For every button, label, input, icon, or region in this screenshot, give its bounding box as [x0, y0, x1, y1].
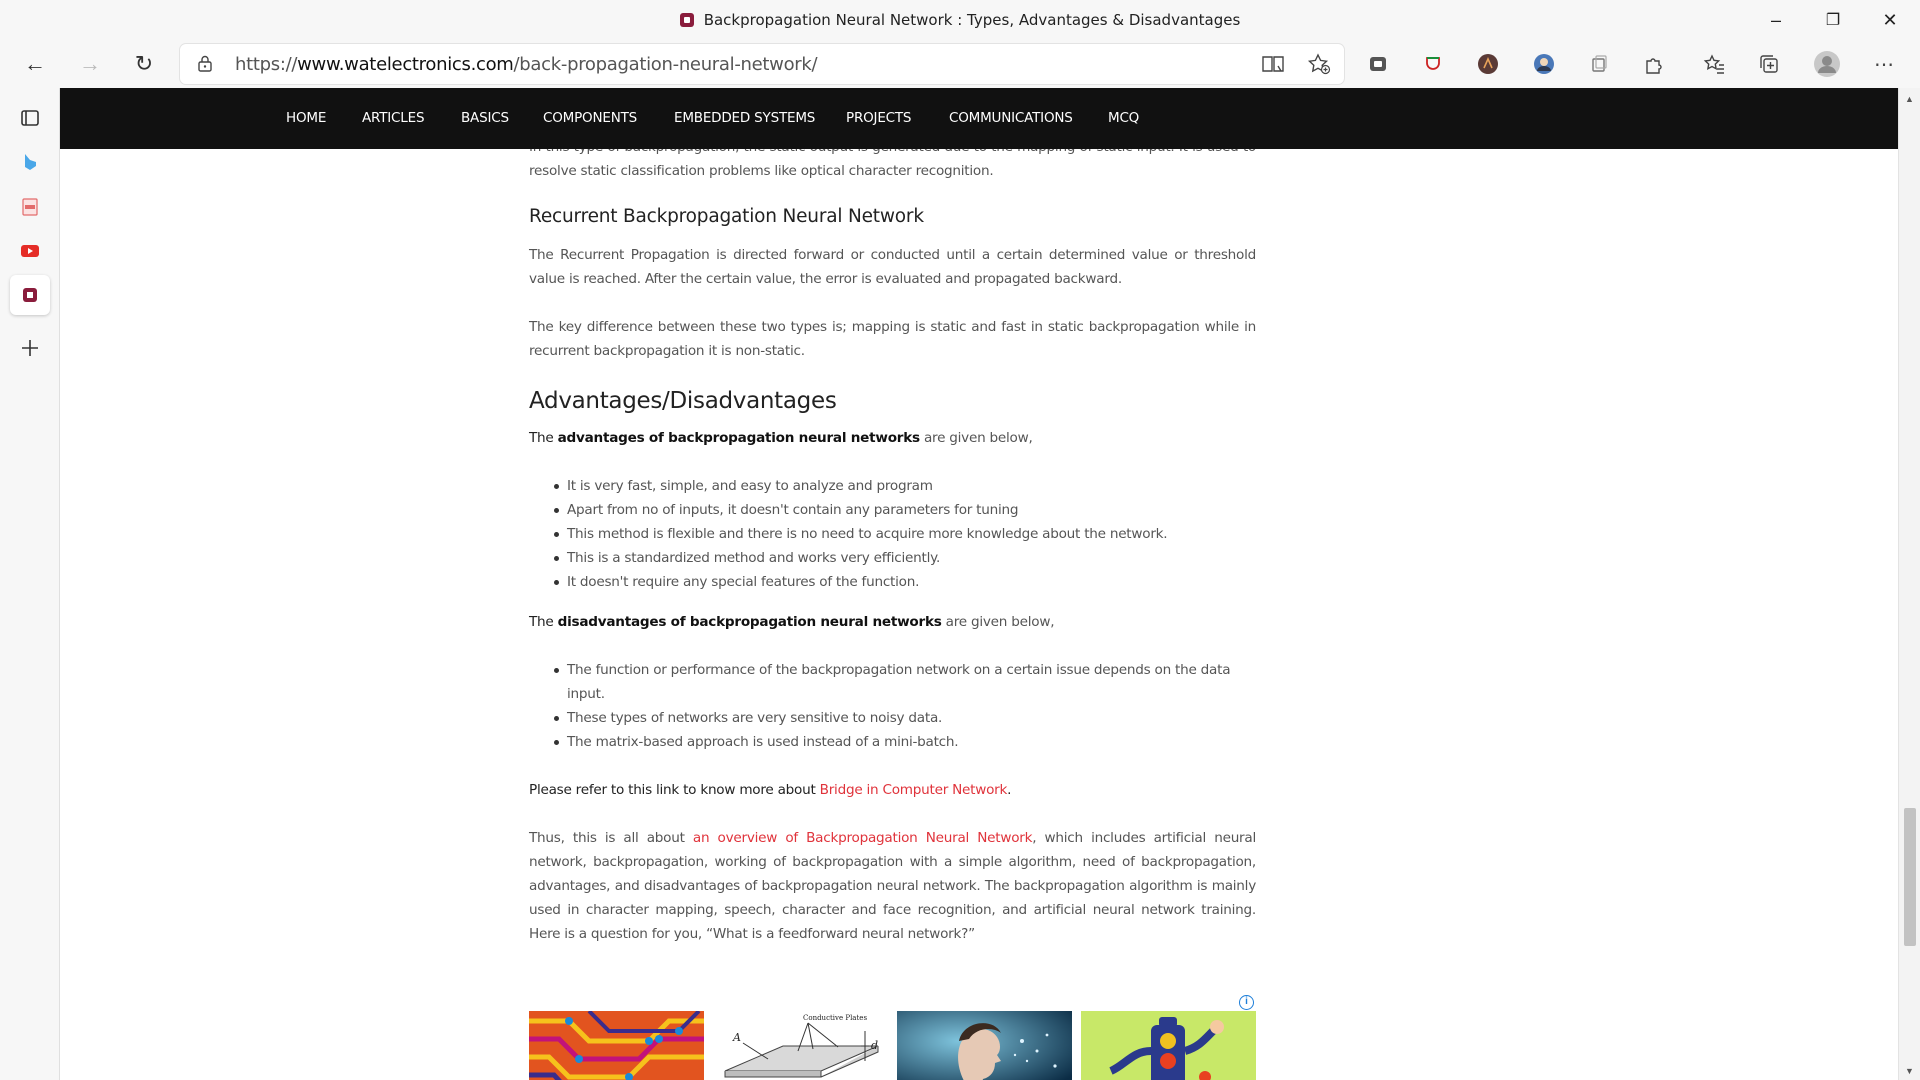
url-path: /back-propagation-neural-network/ — [513, 54, 818, 75]
pdf-tab-icon[interactable] — [10, 187, 50, 227]
ad-info-icon[interactable]: i — [1239, 995, 1254, 1010]
refer-paragraph: Please refer to this link to know more a… — [529, 778, 1256, 802]
disadvantages-intro-post: are given below, — [941, 614, 1055, 630]
site-favicon-icon — [679, 13, 694, 27]
heading-advantages-disadvantages: Advantages/Disadvantages — [529, 388, 837, 414]
advantages-list: It is very fast, simple, and easy to ana… — [529, 474, 1256, 594]
conclusion-post: , which includes artificial neural netwo… — [529, 830, 1257, 942]
ad-circuit-image[interactable] — [529, 1011, 704, 1080]
extension-copilot-icon[interactable] — [1366, 52, 1390, 76]
scroll-thumb[interactable] — [1904, 808, 1916, 946]
list-item: This is a standardized method and works … — [554, 546, 1256, 570]
static-type-paragraph: In this type of backpropagation, the sta… — [529, 149, 1256, 179]
title-bar: Backpropagation Neural Network : Types, … — [0, 0, 1920, 40]
page-content: In this type of backpropagation, the sta… — [60, 149, 1898, 1080]
refresh-button[interactable]: ↻ — [126, 48, 162, 80]
vertical-tabs-sidebar — [0, 88, 60, 1080]
advantages-intro-bold: advantages of backpropagation neural net… — [557, 430, 921, 446]
immersive-reader-icon[interactable] — [1260, 52, 1286, 76]
ad-ai-face-image[interactable] — [897, 1011, 1072, 1080]
bing-tab-icon[interactable] — [10, 142, 50, 182]
add-favorite-icon[interactable] — [1306, 52, 1332, 76]
disadvantages-intro-pre: The — [529, 614, 558, 630]
back-button[interactable]: ← — [17, 48, 53, 80]
list-item: These types of networks are very sensiti… — [554, 706, 1236, 730]
list-item: Apart from no of inputs, it doesn't cont… — [554, 498, 1256, 522]
scroll-down-arrow-icon[interactable]: ▼ — [1905, 1066, 1914, 1076]
nav-mcq[interactable]: MCQ — [1108, 110, 1139, 126]
nav-communications[interactable]: COMMUNICATIONS — [949, 110, 1073, 126]
advantages-intro-post: are given below, — [919, 430, 1033, 446]
heading-recurrent: Recurrent Backpropagation Neural Network — [529, 206, 924, 227]
bridge-link[interactable]: Bridge in Computer Network — [820, 782, 1008, 798]
ad-capacitor-image[interactable]: Conductive Plates A d — [713, 1011, 888, 1080]
refer-post: . — [1007, 782, 1012, 798]
watelectronics-tab-icon[interactable] — [10, 275, 50, 315]
restore-button[interactable]: ❐ — [1805, 0, 1861, 40]
new-tab-icon[interactable] — [10, 328, 50, 368]
refer-pre: Please refer to this link to know more a… — [529, 782, 820, 798]
url-text[interactable]: https://www.watelectronics.com/back-prop… — [235, 54, 818, 75]
favorites-icon[interactable] — [1702, 52, 1726, 76]
advantages-intro-pre: The — [529, 430, 558, 446]
conclusion-pre: Thus, this is all about — [529, 830, 693, 846]
capacitor-area-label: A — [732, 1031, 741, 1044]
capacitor-distance-label: d — [871, 1039, 878, 1052]
profile-avatar-icon[interactable] — [1813, 50, 1841, 78]
url-prefix: https:// — [235, 54, 298, 75]
key-difference-paragraph: The key difference between these two typ… — [529, 319, 1256, 359]
extension-user-icon[interactable] — [1532, 52, 1556, 76]
forward-button[interactable]: → — [72, 48, 108, 80]
disadvantages-intro: The disadvantages of backpropagation neu… — [529, 610, 1256, 634]
extension-clipboard-icon[interactable] — [1587, 52, 1611, 76]
list-item: The function or performance of the backp… — [554, 658, 1236, 706]
nav-basics[interactable]: BASICS — [461, 110, 509, 126]
tab-actions-icon[interactable] — [10, 98, 50, 138]
nav-components[interactable]: COMPONENTS — [543, 110, 637, 126]
ad-strip: i Conductive Plates A d — [529, 995, 1256, 1080]
overview-link[interactable]: an overview of Backpropagation Neural Ne… — [693, 830, 1033, 846]
advantages-intro: The advantages of backpropagation neural… — [529, 426, 1256, 450]
scroll-up-arrow-icon[interactable]: ▲ — [1905, 94, 1914, 104]
disadvantages-list: The function or performance of the backp… — [529, 658, 1256, 754]
settings-more-icon[interactable]: ⋯ — [1872, 52, 1896, 76]
extension-avatar-icon[interactable] — [1476, 52, 1500, 76]
page-scrollbar[interactable]: ▲ ▼ — [1898, 88, 1920, 1080]
window-title-text: Backpropagation Neural Network : Types, … — [703, 11, 1241, 29]
minimize-button[interactable]: – — [1748, 0, 1804, 40]
nav-articles[interactable]: ARTICLES — [362, 110, 425, 126]
browser-toolbar: ← → ↻ https://www.watelectronics.com/bac… — [0, 40, 1920, 88]
nav-embedded-systems[interactable]: EMBEDDED SYSTEMS — [674, 110, 815, 126]
capacitor-plates-label: Conductive Plates — [803, 1014, 867, 1022]
ad-traffic-light-image[interactable] — [1081, 1011, 1256, 1080]
site-navigation: HOME ARTICLES BASICS COMPONENTS EMBEDDED… — [60, 88, 1898, 149]
extensions-puzzle-icon[interactable] — [1642, 52, 1666, 76]
youtube-tab-icon[interactable] — [10, 231, 50, 271]
list-item: It doesn't require any special features … — [554, 570, 1256, 594]
recurrent-paragraph: The Recurrent Propagation is directed fo… — [529, 247, 1256, 287]
nav-home[interactable]: HOME — [286, 110, 326, 126]
nav-projects[interactable]: PROJECTS — [846, 110, 912, 126]
article-body: In this type of backpropagation, the sta… — [529, 149, 1256, 946]
address-bar[interactable]: https://www.watelectronics.com/back-prop… — [180, 44, 1344, 84]
window-title: Backpropagation Neural Network : Types, … — [0, 11, 1920, 29]
list-item: This method is flexible and there is no … — [554, 522, 1256, 546]
list-item: It is very fast, simple, and easy to ana… — [554, 474, 1256, 498]
disadvantages-intro-bold: disadvantages of backpropagation neural … — [557, 614, 942, 630]
list-item: The matrix-based approach is used instea… — [554, 730, 1236, 754]
conclusion-paragraph: Thus, this is all about an overview of B… — [529, 826, 1256, 946]
url-domain: www.watelectronics.com — [297, 54, 514, 75]
collections-icon[interactable] — [1757, 52, 1781, 76]
extension-pocket-icon[interactable] — [1421, 52, 1445, 76]
lock-icon[interactable] — [198, 55, 212, 72]
close-button[interactable]: ✕ — [1862, 0, 1918, 40]
